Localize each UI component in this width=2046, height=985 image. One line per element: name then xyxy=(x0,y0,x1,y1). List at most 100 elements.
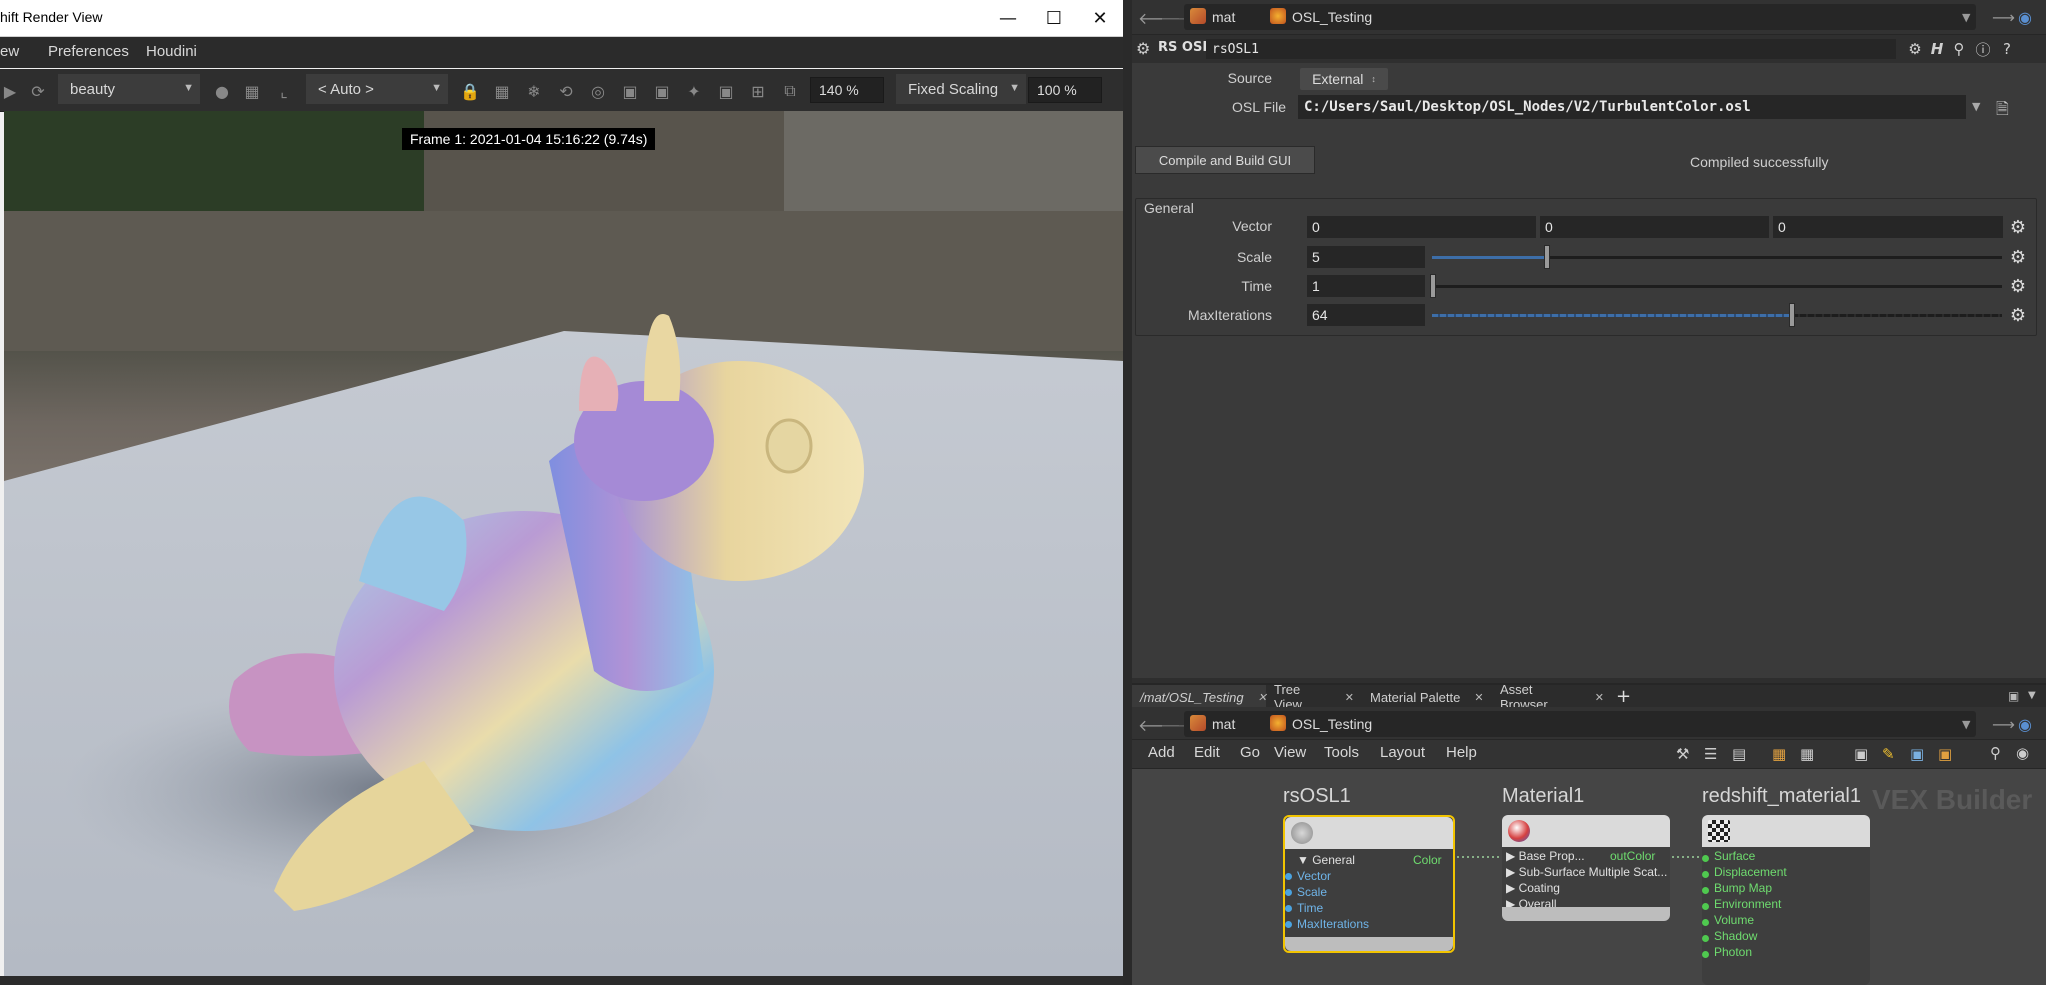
vector-z-field[interactable]: 0 xyxy=(1773,216,2003,238)
search-icon[interactable]: ⚲ xyxy=(1950,40,1968,58)
menu-add[interactable]: Add xyxy=(1148,744,1175,761)
rgb-icon[interactable]: ● xyxy=(212,81,232,101)
network-editor[interactable]: VEX Builder rsOSL1 ▼ General Vector Scal… xyxy=(1132,769,2046,985)
chevron-down-icon[interactable]: ▼ xyxy=(2028,690,2036,701)
tab-material-palette[interactable]: Material Palette ✕ xyxy=(1362,685,1492,709)
region-icon[interactable]: ▣ xyxy=(652,81,672,101)
port-dot[interactable] xyxy=(1702,855,1709,862)
crop-icon[interactable]: ⌞ xyxy=(274,81,294,101)
crumb-mat[interactable]: mat xyxy=(1212,9,1235,25)
port-subsurface[interactable]: ▶ Sub-Surface Multiple Scat... xyxy=(1506,865,1670,879)
time-slider[interactable] xyxy=(1432,285,2002,288)
scale-field[interactable]: 5 xyxy=(1307,246,1425,268)
grid-icon[interactable]: ▦ xyxy=(1800,745,1814,763)
port-displacement[interactable]: Displacement xyxy=(1714,865,1787,879)
close-icon[interactable]: ✕ xyxy=(1345,691,1354,704)
maxiterations-slider-handle[interactable] xyxy=(1789,303,1795,327)
wand-icon[interactable]: ✦ xyxy=(684,81,704,101)
eye-icon[interactable]: ◉ xyxy=(2016,744,2029,762)
tab-asset-browser[interactable]: Asset Browser ✕ xyxy=(1492,682,1612,712)
menu-view[interactable]: ew xyxy=(0,43,19,60)
port-dot[interactable] xyxy=(1285,873,1292,880)
menu-preferences[interactable]: Preferences xyxy=(48,43,129,60)
gear-icon[interactable]: ⚙ xyxy=(1136,39,1150,58)
port-maxiterations[interactable]: MaxIterations xyxy=(1297,917,1369,931)
tree-icon[interactable]: ☰ xyxy=(1704,745,1717,763)
minimize-icon[interactable]: — xyxy=(985,0,1031,36)
port-dot[interactable] xyxy=(1702,887,1709,894)
rotate-icon[interactable]: ⟲ xyxy=(556,81,576,101)
vector-x-field[interactable]: 0 xyxy=(1307,216,1536,238)
port-base-properties[interactable]: ▶ Base Prop... xyxy=(1506,849,1585,863)
gear-icon[interactable]: ⚙ xyxy=(1906,40,1924,58)
menu-help[interactable]: Help xyxy=(1446,744,1477,761)
pin-icon[interactable]: ⟶ xyxy=(1992,715,2015,734)
vector-y-field[interactable]: 0 xyxy=(1540,216,1769,238)
camera-dropdown[interactable]: < Auto > ▼ xyxy=(306,74,448,104)
osl-file-field[interactable]: C:/Users/Saul/Desktop/OSL_Nodes/V2/Turbu… xyxy=(1298,95,1966,119)
image-icon[interactable]: ▣ xyxy=(1910,745,1924,763)
note-icon[interactable]: ✎ xyxy=(1882,745,1895,763)
port-dot[interactable] xyxy=(1702,903,1709,910)
add-snapshot-icon[interactable]: ⊞ xyxy=(748,81,768,101)
port-scale[interactable]: Scale xyxy=(1297,885,1327,899)
focus-icon[interactable]: ▣ xyxy=(620,81,640,101)
search-icon[interactable]: ⚲ xyxy=(1990,744,2001,762)
port-bump-map[interactable]: Bump Map xyxy=(1714,881,1772,895)
port-color-out[interactable]: Color xyxy=(1413,853,1442,867)
grid-small-icon[interactable]: ▦ xyxy=(492,81,512,101)
list-icon[interactable]: ▤ xyxy=(1732,745,1746,763)
gear-icon[interactable]: ⚙ xyxy=(2008,217,2028,238)
port-outcolor[interactable]: outColor xyxy=(1610,849,1655,863)
crumb-osl-testing[interactable]: OSL_Testing xyxy=(1292,9,1372,25)
port-photon[interactable]: Photon xyxy=(1714,945,1752,959)
menu-edit[interactable]: Edit xyxy=(1194,744,1220,761)
node-name-field[interactable]: rsOSL1 xyxy=(1206,39,1896,59)
time-slider-handle[interactable] xyxy=(1430,274,1436,298)
image-icon[interactable]: ▣ xyxy=(716,81,736,101)
link-icon[interactable]: ◉ xyxy=(2018,715,2032,734)
refresh-icon[interactable]: ⟳ xyxy=(28,81,48,101)
grid-icon[interactable]: ▦ xyxy=(242,81,262,101)
port-vector[interactable]: Vector xyxy=(1297,869,1331,883)
port-dot[interactable] xyxy=(1285,905,1292,912)
display-icon[interactable]: ▣ xyxy=(1854,745,1868,763)
port-dot[interactable] xyxy=(1702,919,1709,926)
info-icon[interactable]: ⓘ xyxy=(1974,40,1992,59)
compile-button[interactable]: Compile and Build GUI xyxy=(1135,146,1315,174)
menu-layout[interactable]: Layout xyxy=(1380,744,1425,761)
net-crumb-osl-testing[interactable]: OSL_Testing xyxy=(1292,716,1372,732)
menu-tools[interactable]: Tools xyxy=(1324,744,1359,761)
port-dot[interactable] xyxy=(1702,935,1709,942)
port-time[interactable]: Time xyxy=(1297,901,1323,915)
add-tab-icon[interactable]: + xyxy=(1616,686,1631,707)
menu-houdini[interactable]: Houdini xyxy=(146,43,197,60)
copy-icon[interactable]: ⧉ xyxy=(780,81,800,101)
time-field[interactable]: 1 xyxy=(1307,275,1425,297)
pane-layout-icon[interactable]: ▣ xyxy=(2008,689,2019,703)
node-material1[interactable]: ▶ Base Prop... ▶ Sub-Surface Multiple Sc… xyxy=(1502,815,1670,921)
port-surface[interactable]: Surface xyxy=(1714,849,1755,863)
box-icon[interactable]: ▣ xyxy=(1938,745,1952,763)
close-icon[interactable]: ✕ xyxy=(1077,0,1123,36)
port-coating[interactable]: ▶ Coating xyxy=(1506,881,1560,895)
lock-icon[interactable]: 🔒 xyxy=(460,81,480,101)
port-environment[interactable]: Environment xyxy=(1714,897,1781,911)
pin-icon[interactable]: ⟶ xyxy=(1992,8,2015,27)
tools-icon[interactable]: ⚒ xyxy=(1676,745,1689,763)
chevron-down-icon[interactable]: ▼ xyxy=(1972,100,1980,113)
play-icon[interactable]: ▶ xyxy=(0,81,20,101)
chevron-down-icon[interactable]: ▼ xyxy=(1962,718,1970,731)
gear-icon[interactable]: ⚙ xyxy=(2008,247,2028,268)
port-volume[interactable]: Volume xyxy=(1714,913,1754,927)
gear-icon[interactable]: ⚙ xyxy=(2008,276,2028,297)
file-chooser-icon[interactable]: 🗎 xyxy=(1996,98,2009,125)
node-rsosl1[interactable]: ▼ General Vector Scale Time MaxIteration… xyxy=(1283,815,1455,953)
scale-slider-handle[interactable] xyxy=(1544,245,1550,269)
scaling-dropdown[interactable]: Fixed Scaling ▼ xyxy=(896,74,1026,104)
help-icon[interactable]: ? xyxy=(1998,40,2016,58)
close-icon[interactable]: ✕ xyxy=(1474,691,1483,704)
zoom-field[interactable]: 140 % xyxy=(810,77,884,103)
link-icon[interactable]: ◉ xyxy=(2018,8,2032,27)
menu-go[interactable]: Go xyxy=(1240,744,1260,761)
